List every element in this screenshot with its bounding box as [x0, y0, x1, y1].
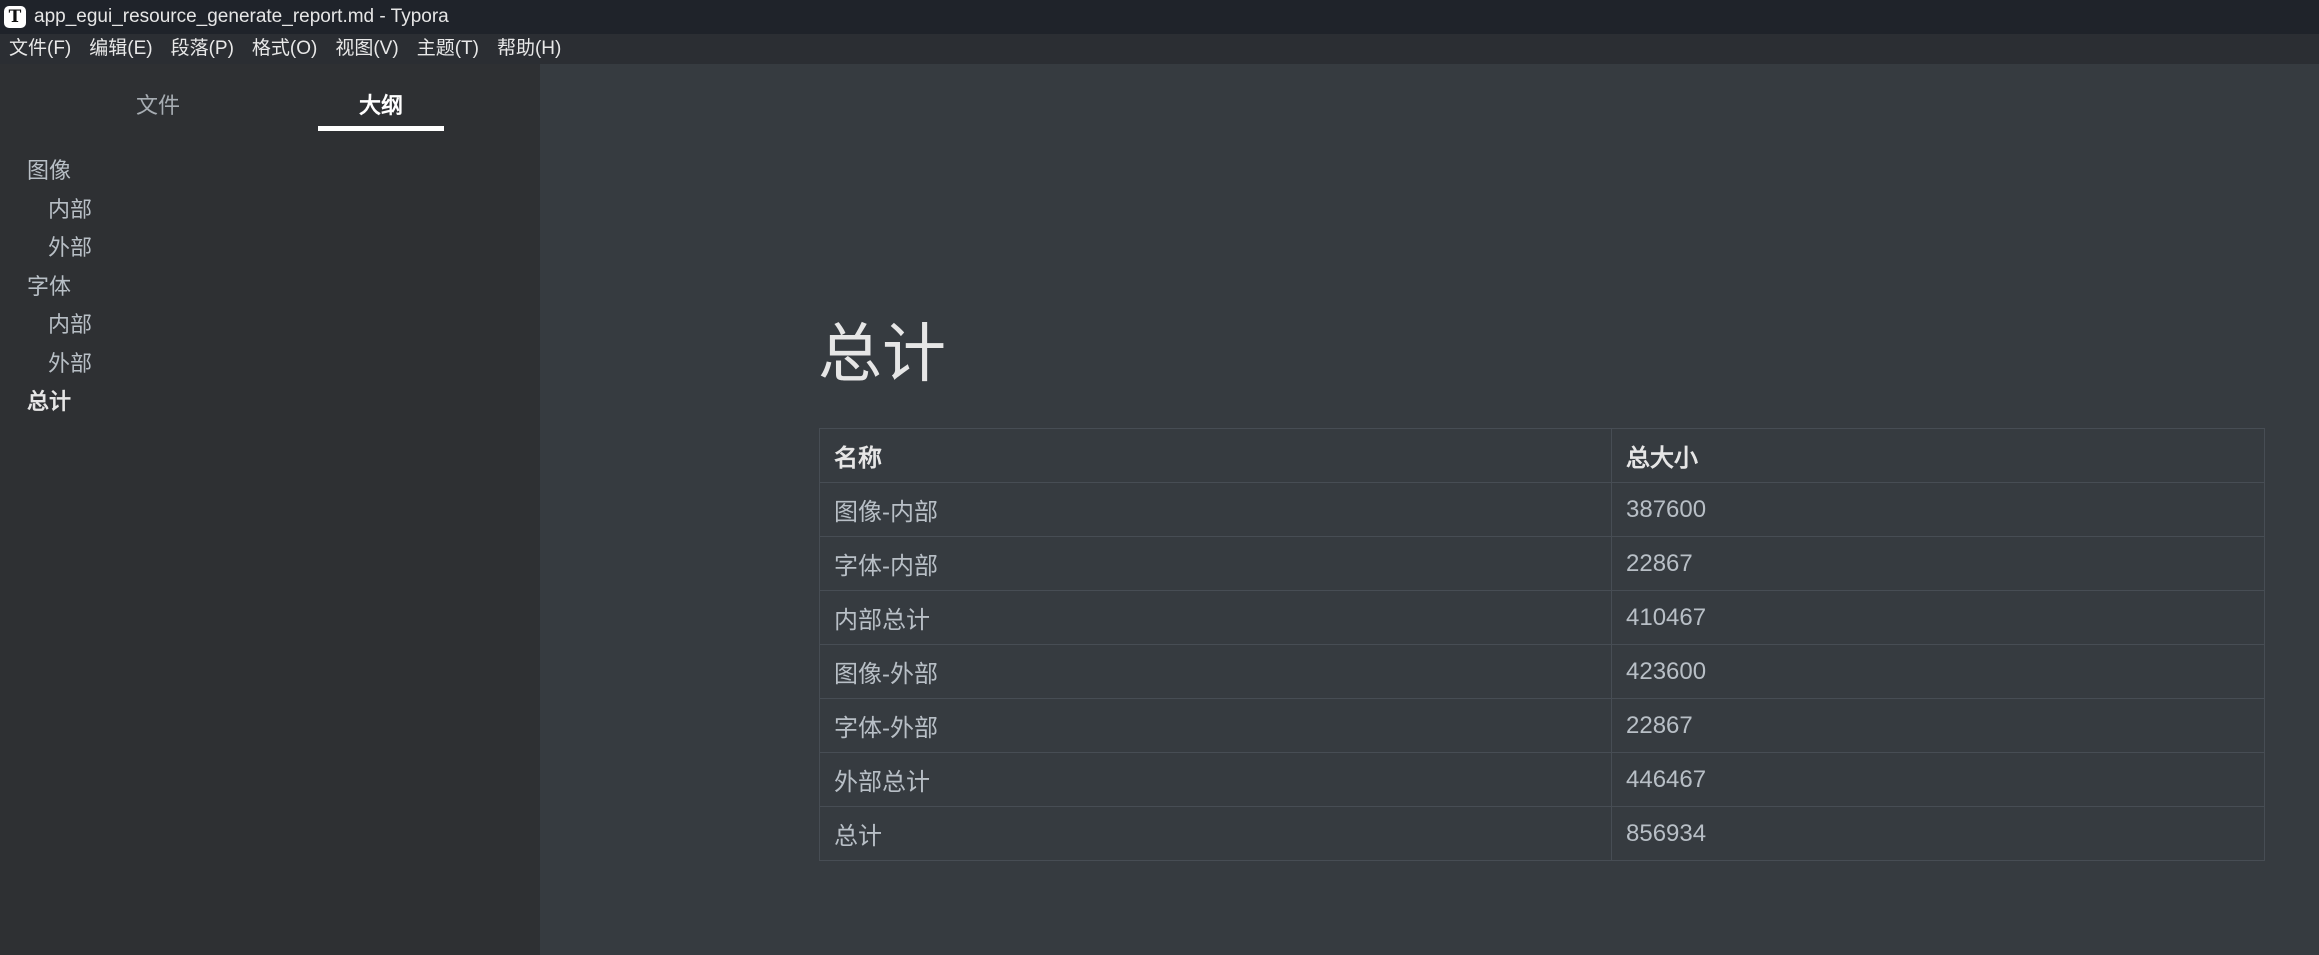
cell-size[interactable]: 22867: [1611, 698, 2265, 753]
tab-files[interactable]: 文件: [108, 88, 208, 120]
outline-item-images-external[interactable]: 外部: [0, 229, 540, 268]
cell-name[interactable]: 字体-内部: [819, 536, 1612, 591]
cell-size[interactable]: 423600: [1611, 644, 2265, 699]
cell-size[interactable]: 387600: [1611, 482, 2265, 537]
cell-size[interactable]: 446467: [1611, 752, 2265, 807]
table-row: 图像-内部 387600: [819, 482, 2265, 537]
size-table: 名称 总大小 图像-内部 387600 字体-内部 22867 内部总计 410…: [819, 428, 2265, 861]
menu-file[interactable]: 文件(F): [0, 34, 80, 64]
table-row: 外部总计 446467: [819, 752, 2265, 807]
typora-app-icon: T: [4, 6, 26, 28]
menu-edit[interactable]: 编辑(E): [80, 34, 161, 64]
cell-name[interactable]: 图像-内部: [819, 482, 1612, 537]
cell-name[interactable]: 内部总计: [819, 590, 1612, 645]
table-row: 字体-外部 22867: [819, 698, 2265, 753]
outline-item-total[interactable]: 总计: [0, 383, 540, 422]
window-title: app_egui_resource_generate_report.md - T…: [34, 6, 449, 27]
sidebar: 文件 大纲 图像 内部 外部 字体 内部 外部 总计: [0, 64, 540, 955]
cell-name[interactable]: 总计: [819, 806, 1612, 861]
editor-content[interactable]: 总计 名称 总大小 图像-内部 387600 字体-内部 22867 内部总计 …: [540, 64, 2319, 955]
table-row: 内部总计 410467: [819, 590, 2265, 645]
table-row: 总计 856934: [819, 806, 2265, 861]
menu-format[interactable]: 格式(O): [243, 34, 326, 64]
cell-size[interactable]: 410467: [1611, 590, 2265, 645]
table-row: 字体-内部 22867: [819, 536, 2265, 591]
column-header-size[interactable]: 总大小: [1611, 428, 2265, 483]
outline-item-images-internal[interactable]: 内部: [0, 191, 540, 230]
outline-list: 图像 内部 外部 字体 内部 外部 总计: [0, 152, 540, 422]
outline-item-images[interactable]: 图像: [0, 152, 540, 191]
outline-item-fonts-external[interactable]: 外部: [0, 345, 540, 384]
cell-size[interactable]: 856934: [1611, 806, 2265, 861]
tab-outline[interactable]: 大纲: [318, 88, 444, 120]
sidebar-tabs: 文件 大纲: [0, 64, 540, 134]
menu-help[interactable]: 帮助(H): [488, 34, 570, 64]
menu-view[interactable]: 视图(V): [326, 34, 407, 64]
menu-paragraph[interactable]: 段落(P): [162, 34, 243, 64]
document-heading[interactable]: 总计: [818, 319, 946, 390]
table-row: 图像-外部 423600: [819, 644, 2265, 699]
column-header-name[interactable]: 名称: [819, 428, 1612, 483]
cell-name[interactable]: 图像-外部: [819, 644, 1612, 699]
outline-item-fonts-internal[interactable]: 内部: [0, 306, 540, 345]
active-tab-indicator: [318, 126, 444, 131]
menu-bar: 文件(F) 编辑(E) 段落(P) 格式(O) 视图(V) 主题(T) 帮助(H…: [0, 34, 2319, 64]
menu-theme[interactable]: 主题(T): [408, 34, 488, 64]
cell-name[interactable]: 外部总计: [819, 752, 1612, 807]
cell-size[interactable]: 22867: [1611, 536, 2265, 591]
title-bar: T app_egui_resource_generate_report.md -…: [0, 0, 2319, 34]
outline-item-fonts[interactable]: 字体: [0, 268, 540, 307]
cell-name[interactable]: 字体-外部: [819, 698, 1612, 753]
table-header-row: 名称 总大小: [819, 428, 2265, 483]
